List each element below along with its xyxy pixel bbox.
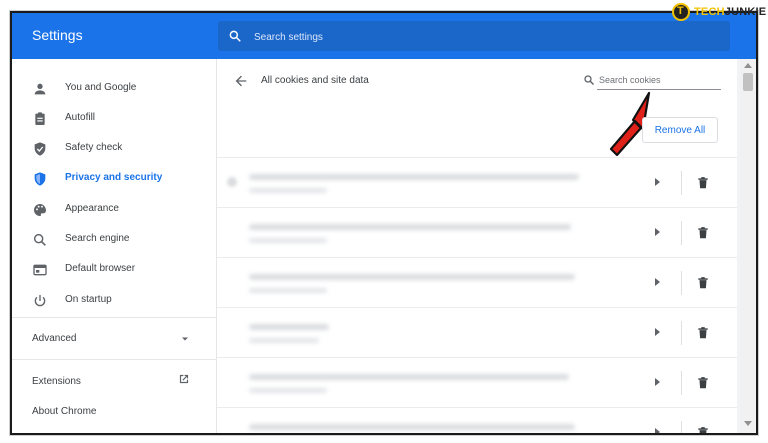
sidebar-item-about-chrome[interactable]: About Chrome bbox=[32, 406, 96, 417]
blurred-site-name bbox=[249, 424, 575, 430]
trash-icon[interactable] bbox=[696, 175, 710, 191]
shield-check-icon bbox=[34, 142, 46, 156]
settings-search-bar[interactable] bbox=[218, 21, 730, 51]
search-icon bbox=[584, 75, 594, 85]
sidebar-item-safety-check[interactable]: Safety check bbox=[12, 135, 216, 163]
sidebar-item-default-browser[interactable]: Default browser bbox=[12, 256, 216, 284]
blurred-site-name bbox=[249, 324, 329, 330]
row-divider bbox=[681, 221, 682, 245]
sidebar-item-label: Privacy and security bbox=[65, 172, 163, 183]
row-divider bbox=[681, 321, 682, 345]
sidebar-item-autofill[interactable]: Autofill bbox=[12, 105, 216, 133]
expand-arrow-icon[interactable] bbox=[655, 228, 660, 236]
techjunkie-watermark: T TECHJUNKIE bbox=[672, 3, 766, 23]
settings-search-input[interactable] bbox=[252, 27, 716, 47]
search-icon bbox=[229, 30, 241, 42]
sidebar-item-label: Default browser bbox=[65, 263, 136, 274]
cookies-page: All cookies and site data Remove All bbox=[217, 59, 737, 433]
watermark-part-1: TECH bbox=[694, 6, 725, 18]
blurred-site-name bbox=[249, 224, 571, 230]
remove-all-button[interactable]: Remove All bbox=[642, 117, 718, 143]
cookie-site-row[interactable] bbox=[217, 407, 737, 435]
shield-icon bbox=[34, 172, 46, 186]
cookie-site-row[interactable] bbox=[217, 307, 737, 358]
sidebar-item-you-and-google[interactable]: You and Google bbox=[12, 75, 216, 103]
palette-icon bbox=[34, 204, 46, 216]
trash-icon[interactable] bbox=[696, 425, 710, 435]
sidebar-advanced-toggle[interactable]: Advanced bbox=[32, 333, 76, 344]
clipboard-icon bbox=[35, 112, 45, 125]
row-divider bbox=[681, 271, 682, 295]
row-divider bbox=[681, 371, 682, 395]
browser-icon bbox=[33, 264, 47, 276]
sidebar-item-label: Safety check bbox=[65, 142, 123, 153]
page-title: Settings bbox=[32, 27, 83, 43]
settings-header: Settings bbox=[12, 13, 756, 59]
sidebar-divider bbox=[12, 359, 216, 360]
browser-window: Settings You and Google Autofill Safety … bbox=[10, 11, 758, 435]
sidebar-item-extensions[interactable]: Extensions bbox=[32, 376, 81, 387]
blurred-site-detail bbox=[249, 338, 319, 343]
open-in-new-icon[interactable] bbox=[177, 372, 191, 386]
sidebar-item-label: Autofill bbox=[65, 112, 96, 123]
sidebar-item-appearance[interactable]: Appearance bbox=[12, 196, 216, 224]
row-divider bbox=[681, 171, 682, 195]
expand-arrow-icon[interactable] bbox=[655, 378, 660, 386]
search-cookies-input[interactable] bbox=[597, 71, 721, 90]
search-icon bbox=[33, 233, 46, 246]
logo-letter: T bbox=[677, 5, 684, 17]
sidebar-item-label: On startup bbox=[65, 294, 112, 305]
cookie-site-row[interactable] bbox=[217, 357, 737, 408]
scrollbar[interactable] bbox=[740, 59, 756, 433]
site-favicon bbox=[227, 177, 237, 187]
blurred-site-name bbox=[249, 374, 569, 380]
chevron-down-icon[interactable] bbox=[180, 334, 190, 344]
cookie-site-row[interactable] bbox=[217, 157, 737, 208]
cookie-site-row[interactable] bbox=[217, 257, 737, 308]
sidebar-item-label: Search engine bbox=[65, 233, 130, 244]
row-divider bbox=[681, 421, 682, 433]
expand-arrow-icon[interactable] bbox=[655, 428, 660, 433]
person-icon bbox=[34, 83, 46, 95]
watermark-part-2: JUNKIE bbox=[724, 6, 767, 18]
watermark-text: TECHJUNKIE bbox=[694, 6, 766, 18]
expand-arrow-icon[interactable] bbox=[655, 328, 660, 336]
cookies-page-title: All cookies and site data bbox=[261, 75, 369, 86]
power-icon bbox=[34, 295, 46, 307]
back-arrow-icon[interactable] bbox=[233, 73, 249, 89]
blurred-site-detail bbox=[249, 288, 327, 293]
sidebar-item-privacy-and-security[interactable]: Privacy and security bbox=[12, 165, 216, 193]
scroll-down-arrow-icon[interactable] bbox=[744, 421, 752, 426]
sidebar-item-search-engine[interactable]: Search engine bbox=[12, 226, 216, 254]
blurred-site-detail bbox=[249, 238, 327, 243]
expand-arrow-icon[interactable] bbox=[655, 178, 660, 186]
sidebar: You and Google Autofill Safety check Pri… bbox=[12, 59, 217, 433]
scrollbar-thumb[interactable] bbox=[743, 73, 753, 91]
blurred-site-detail bbox=[249, 388, 327, 393]
blurred-site-name bbox=[249, 174, 579, 180]
trash-icon[interactable] bbox=[696, 375, 710, 391]
expand-arrow-icon[interactable] bbox=[655, 278, 660, 286]
sidebar-item-on-startup[interactable]: On startup bbox=[12, 287, 216, 315]
blurred-site-detail bbox=[249, 188, 327, 193]
sidebar-divider bbox=[12, 317, 216, 318]
trash-icon[interactable] bbox=[696, 225, 710, 241]
scroll-up-arrow-icon[interactable] bbox=[744, 63, 752, 68]
blurred-site-name bbox=[249, 274, 575, 280]
sidebar-item-label: Appearance bbox=[65, 203, 119, 214]
sidebar-item-label: You and Google bbox=[65, 82, 137, 93]
trash-icon[interactable] bbox=[696, 275, 710, 291]
trash-icon[interactable] bbox=[696, 325, 710, 341]
cookie-site-row[interactable] bbox=[217, 207, 737, 258]
